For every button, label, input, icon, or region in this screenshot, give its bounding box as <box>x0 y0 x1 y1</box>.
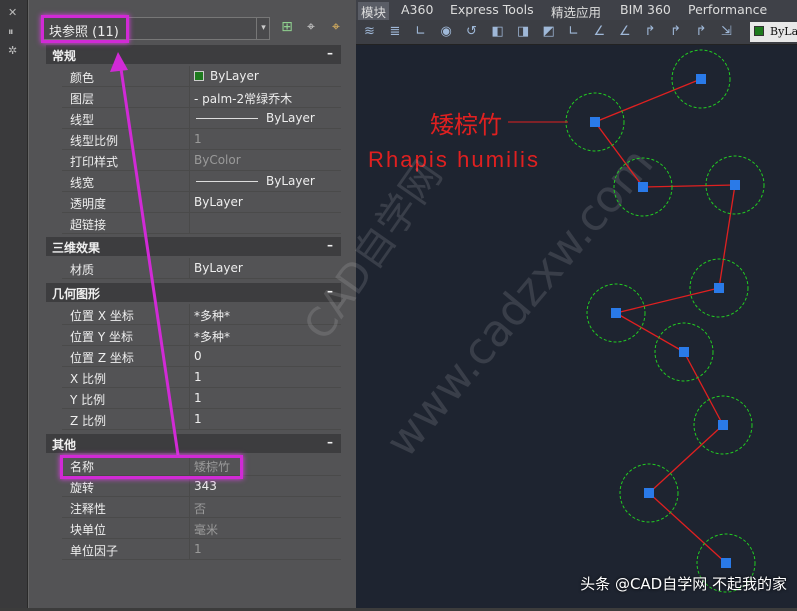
annotation-arrow <box>118 61 180 456</box>
highlight-box <box>60 455 243 479</box>
annotation-overlay: CAD自学网 <box>110 52 452 456</box>
watermark: CAD自学网 <box>296 153 452 348</box>
footer-caption: 头条 @CAD自学网 不起我的家 <box>580 575 787 593</box>
arrow-head <box>110 52 128 72</box>
highlight-box <box>41 15 129 43</box>
